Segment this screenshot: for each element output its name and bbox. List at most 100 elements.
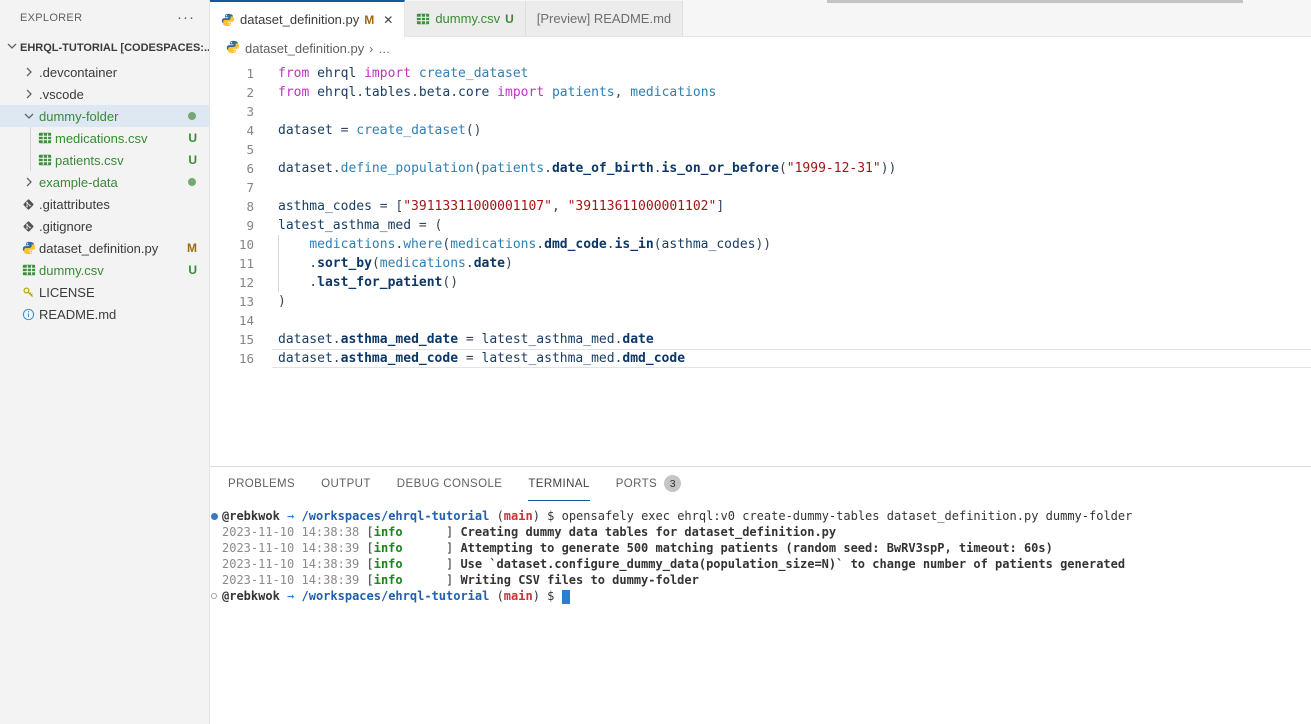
code-line-6[interactable]: 6dataset.define_population(patients.date… — [210, 159, 1311, 178]
indent-guide — [30, 127, 31, 149]
code-line-16[interactable]: 16dataset.asthma_med_code = latest_asthm… — [210, 349, 1311, 368]
tree-item-example-data[interactable]: example-data — [0, 171, 209, 193]
code-text — [254, 142, 278, 157]
tab-label: dummy.csv — [435, 11, 500, 26]
code-line-7[interactable]: 7 — [210, 178, 1311, 197]
line-number: 3 — [210, 102, 254, 121]
panel-tab-problems[interactable]: PROBLEMS — [228, 467, 295, 501]
vscode-window: EXPLORER ··· EHRQL-TUTORIAL [CODESPACES:… — [0, 0, 1311, 724]
key-icon — [20, 284, 37, 300]
code-text: asthma_codes = ["39113311000001107", "39… — [254, 199, 724, 214]
code-line-15[interactable]: 15dataset.asthma_med_date = latest_asthm… — [210, 330, 1311, 349]
tab-dataset-definition-py[interactable]: dataset_definition.pyM✕ — [210, 0, 405, 37]
git-status-badge: U — [188, 263, 197, 277]
code-line-4[interactable]: 4dataset = create_dataset() — [210, 121, 1311, 140]
code-line-11[interactable]: 11 .sort_by(medications.date) — [210, 254, 1311, 273]
code-line-9[interactable]: 9latest_asthma_med = ( — [210, 216, 1311, 235]
git-status-badge: M — [187, 241, 197, 255]
tree-item--vscode[interactable]: .vscode — [0, 83, 209, 105]
panel-tab-terminal[interactable]: TERMINAL — [528, 467, 589, 501]
code-line-5[interactable]: 5 — [210, 140, 1311, 159]
tabbar-scrollbar[interactable] — [827, 0, 1243, 3]
panel-tab-output[interactable]: OUTPUT — [321, 467, 371, 501]
tree-item--gitattributes[interactable]: .gitattributes — [0, 193, 209, 215]
command-decoration-filled[interactable] — [211, 513, 222, 520]
terminal-line: @rebkwok → /workspaces/ehrql-tutorial (m… — [211, 588, 1311, 604]
line-number: 16 — [210, 349, 254, 368]
panel-tab-label: PROBLEMS — [228, 478, 295, 490]
tree-item-readme-md[interactable]: README.md — [0, 303, 209, 325]
line-number: 14 — [210, 311, 254, 330]
line-number: 5 — [210, 140, 254, 159]
tree-item-label: README.md — [39, 307, 116, 322]
code-line-10[interactable]: 10 medications.where(medications.dmd_cod… — [210, 235, 1311, 254]
code-text: dataset.asthma_med_code = latest_asthma_… — [254, 351, 685, 366]
code-line-13[interactable]: 13) — [210, 292, 1311, 311]
csv-icon — [416, 12, 430, 26]
breadcrumb[interactable]: dataset_definition.py › … — [210, 37, 1311, 60]
command-pending-icon — [211, 593, 217, 599]
tab-bar: dataset_definition.pyM✕dummy.csvU[Previe… — [210, 0, 1311, 37]
tree-item-label: medications.csv — [55, 131, 147, 146]
code-line-1[interactable]: 1from ehrql import create_dataset — [210, 64, 1311, 83]
command-success-icon — [211, 513, 218, 520]
code-line-8[interactable]: 8asthma_codes = ["39113311000001107", "3… — [210, 197, 1311, 216]
ports-count-badge: 3 — [664, 475, 681, 492]
python-icon — [226, 40, 240, 57]
explorer-more-actions-icon[interactable]: ··· — [177, 14, 195, 22]
code-line-14[interactable]: 14 — [210, 311, 1311, 330]
breadcrumb-file[interactable]: dataset_definition.py — [245, 41, 364, 56]
panel-tab-debug-console[interactable]: DEBUG CONSOLE — [397, 467, 503, 501]
file-tree: .devcontainer.vscode dummy-folder medicati… — [0, 61, 209, 325]
panel-tab-label: OUTPUT — [321, 478, 371, 490]
code-text: dataset.asthma_med_date = latest_asthma_… — [254, 332, 654, 347]
indent-guide — [278, 254, 279, 273]
breadcrumb-more[interactable]: … — [378, 42, 390, 56]
code-text: from ehrql import create_dataset — [254, 66, 528, 81]
tree-item--gitignore[interactable]: .gitignore — [0, 215, 209, 237]
python-icon — [20, 240, 37, 256]
terminal-text: 2023-11-10 14:38:38 [info ] Creating dum… — [222, 524, 836, 540]
code-text: medications.where(medications.dmd_code.i… — [254, 237, 771, 252]
terminal-line: 2023-11-10 14:38:39 [info ] Attempting t… — [211, 540, 1311, 556]
line-number: 12 — [210, 273, 254, 292]
project-root-row[interactable]: EHRQL-TUTORIAL [CODESPACES:... — [0, 34, 209, 61]
line-number: 4 — [210, 121, 254, 140]
csv-icon — [36, 130, 53, 146]
tree-item-license[interactable]: LICENSE — [0, 281, 209, 303]
tree-item-dummy-folder[interactable]: dummy-folder — [0, 105, 209, 127]
info-icon — [20, 306, 37, 322]
modified-dot-badge — [188, 112, 196, 120]
tree-item-dummy-csv[interactable]: dummy.csvU — [0, 259, 209, 281]
code-line-12[interactable]: 12 .last_for_patient() — [210, 273, 1311, 292]
csv-icon — [20, 262, 37, 278]
code-text — [254, 180, 278, 195]
terminal-line: 2023-11-10 14:38:39 [info ] Use `dataset… — [211, 556, 1311, 572]
tree-item-medications-csv[interactable]: medications.csv U — [0, 127, 209, 149]
panel-tab-ports[interactable]: PORTS 3 — [616, 467, 681, 501]
tab-dummy-csv[interactable]: dummy.csvU — [405, 1, 525, 36]
command-decoration-hollow[interactable] — [211, 593, 222, 599]
tab-label: dataset_definition.py — [240, 12, 359, 27]
tree-item-label: .gitattributes — [39, 197, 110, 212]
tree-item--devcontainer[interactable]: .devcontainer — [0, 61, 209, 83]
code-text — [254, 313, 278, 328]
explorer-sidebar: EXPLORER ··· EHRQL-TUTORIAL [CODESPACES:… — [0, 0, 210, 724]
close-icon[interactable]: ✕ — [383, 13, 393, 27]
tree-item-patients-csv[interactable]: patients.csvU — [0, 149, 209, 171]
line-number: 9 — [210, 216, 254, 235]
tree-item-dataset-definition-py[interactable]: dataset_definition.pyM — [0, 237, 209, 259]
git-status-badge: U — [188, 131, 197, 145]
modified-dot-badge — [188, 178, 196, 186]
code-line-2[interactable]: 2from ehrql.tables.beta.core import pati… — [210, 83, 1311, 102]
tree-item-label: dummy-folder — [39, 109, 118, 124]
tab--preview-readme-md[interactable]: [Preview] README.md — [526, 1, 683, 36]
code-line-3[interactable]: 3 — [210, 102, 1311, 121]
terminal[interactable]: @rebkwok → /workspaces/ehrql-tutorial (m… — [210, 501, 1311, 604]
python-icon — [221, 13, 235, 27]
code-text — [254, 104, 278, 119]
panel-tab-label: PORTS — [616, 478, 657, 490]
line-number: 15 — [210, 330, 254, 349]
tree-item-label: example-data — [39, 175, 118, 190]
code-editor[interactable]: 1from ehrql import create_dataset2from e… — [210, 60, 1311, 466]
